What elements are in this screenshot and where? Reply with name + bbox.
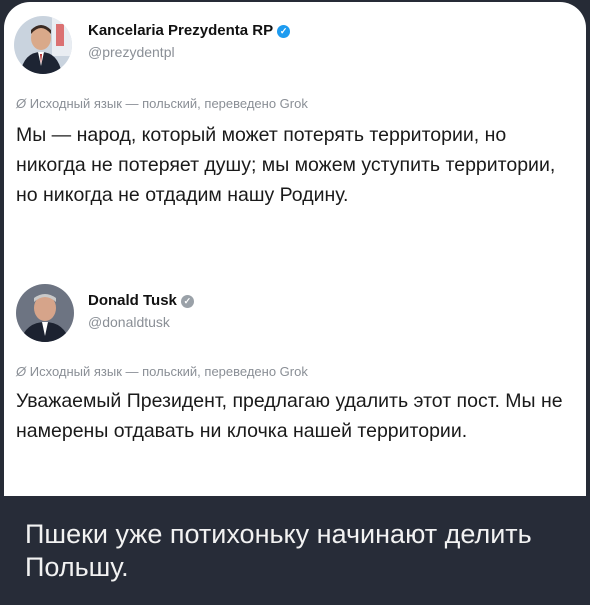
tweet2-text: Уважаемый Президент, предлагаю удалить э… bbox=[16, 390, 563, 442]
translate-icon: Ø bbox=[16, 364, 27, 379]
translate-icon: Ø bbox=[16, 96, 27, 111]
avatar-prezydent[interactable] bbox=[14, 16, 72, 74]
meme-caption: Пшеки уже потихоньку начинают делить Пол… bbox=[25, 519, 532, 582]
tweet1-handle[interactable]: @prezydentpl bbox=[88, 44, 175, 60]
screenshot-card: Kancelaria Prezydenta RP ✓ @prezydentpl Ø… bbox=[4, 2, 586, 496]
tweet1-text: Мы — народ, который может потерять терри… bbox=[16, 124, 556, 206]
tweet2-author-name[interactable]: Donald Tusk ✓ bbox=[88, 292, 194, 309]
avatar-photo-icon bbox=[14, 16, 72, 74]
tweet1-translation-note: Ø Исходный язык — польский, переведено G… bbox=[16, 96, 308, 111]
verified-badge-icon: ✓ bbox=[180, 295, 194, 308]
avatar-photo-icon bbox=[16, 284, 74, 342]
avatar-tusk[interactable] bbox=[16, 284, 74, 342]
tweet2-handle[interactable]: @donaldtusk bbox=[88, 314, 170, 330]
tweet1-author-name[interactable]: Kancelaria Prezydenta RP ✓ bbox=[88, 22, 291, 39]
tweet2-translation-note: Ø Исходный язык — польский, переведено G… bbox=[16, 364, 308, 379]
verified-badge-icon: ✓ bbox=[277, 25, 291, 38]
